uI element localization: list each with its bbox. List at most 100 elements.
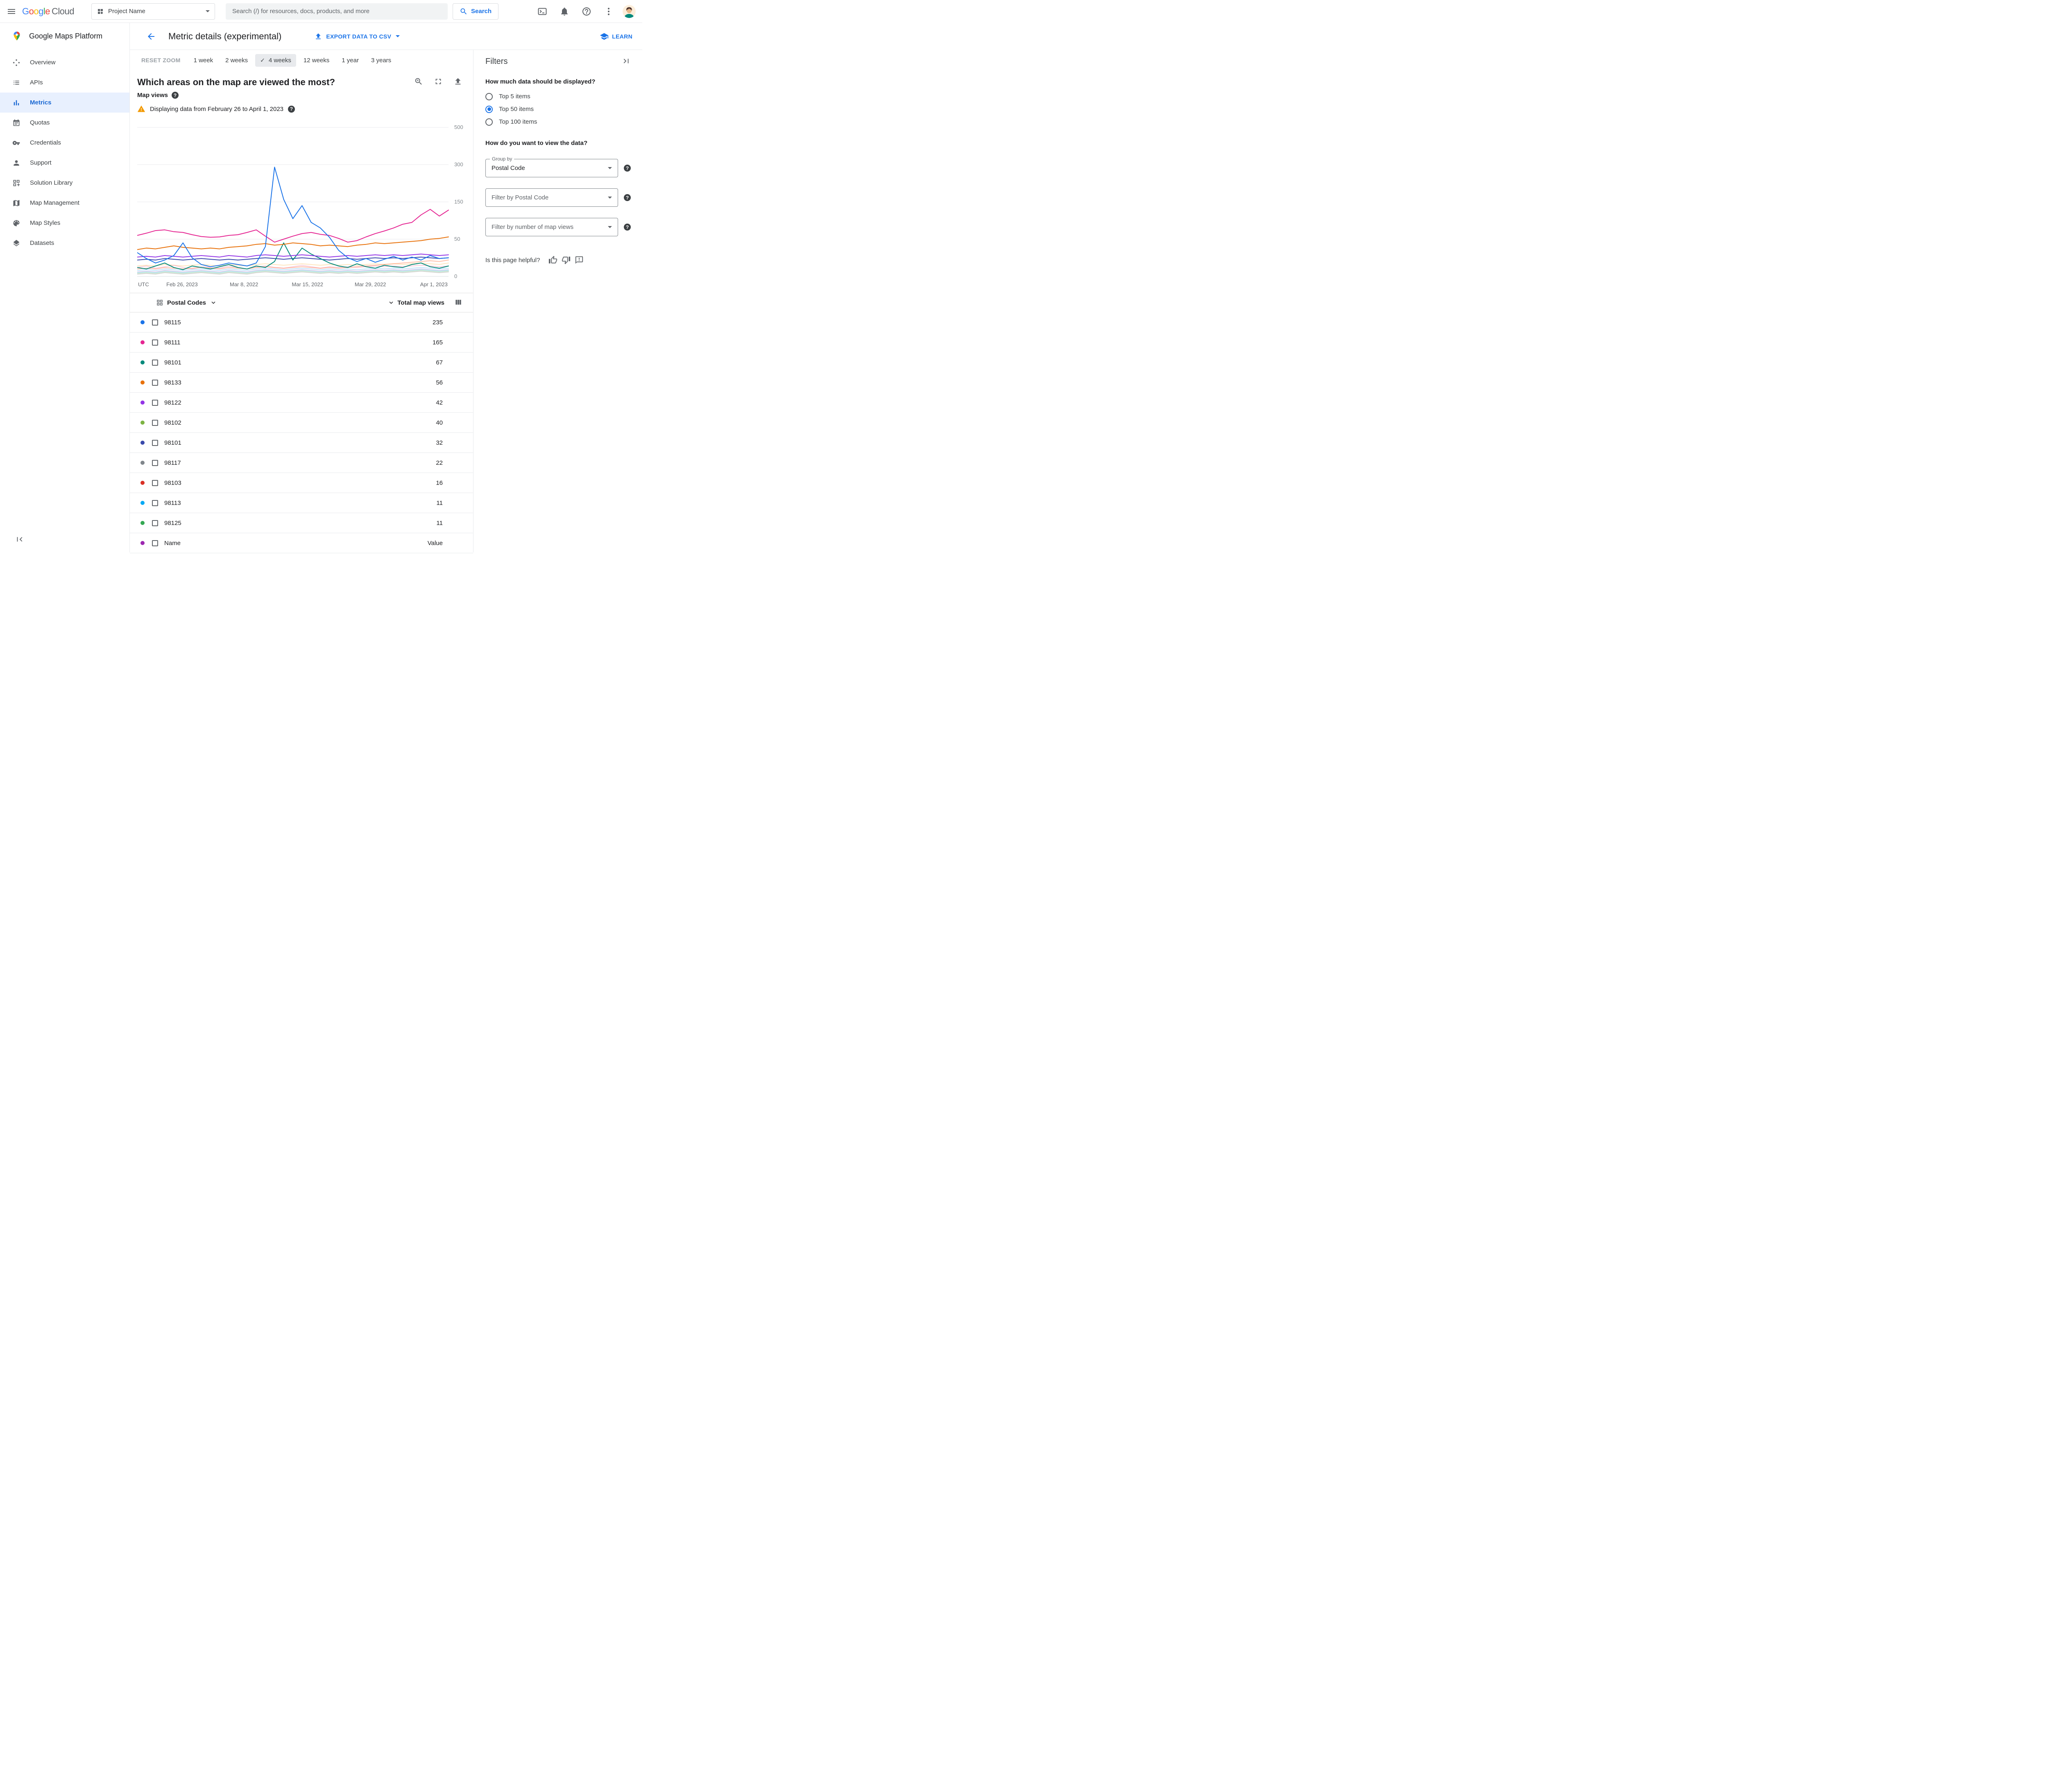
thumbs-up-icon[interactable] [546, 253, 560, 267]
radio-button[interactable] [485, 118, 493, 126]
help-circle-icon[interactable] [624, 165, 631, 172]
collapse-panel-icon[interactable] [622, 57, 631, 67]
sidebar-item-datasets[interactable]: Datasets [0, 233, 129, 253]
sidebar-nav: Overview APIs Metrics Quotas Credentials… [0, 52, 129, 253]
group-by-select[interactable]: Group by Postal Code [485, 156, 618, 177]
sidebar-item-overview[interactable]: Overview [0, 52, 129, 72]
avatar[interactable] [623, 5, 636, 18]
project-selector[interactable]: Project Name [91, 3, 215, 20]
collapse-sidebar-icon[interactable] [11, 531, 28, 548]
postal-code: 98125 [164, 519, 181, 527]
time-range-chip[interactable]: 12 weeks [299, 54, 334, 67]
map-views-value: 235 [432, 319, 443, 326]
chart-card: Which areas on the map are viewed the mo… [130, 77, 473, 290]
group-by-header[interactable]: Postal Codes [156, 299, 217, 306]
help-circle-icon[interactable] [624, 194, 631, 201]
more-options-icon[interactable] [600, 3, 617, 20]
x-axis-tick-label: Apr 1, 2023 [420, 281, 448, 287]
google-maps-platform-logo [14, 32, 20, 41]
series-color-dot [140, 521, 145, 525]
top-bar: Google Cloud Project Name Search [0, 0, 642, 23]
sort-total-map-views[interactable]: Total map views [387, 299, 444, 306]
sidebar-item-support[interactable]: Support [0, 153, 129, 173]
radio-option[interactable]: Top 100 items [485, 115, 631, 128]
help-circle-icon[interactable] [172, 92, 179, 99]
map-views-filter-select[interactable]: Filter by number of map views [485, 218, 618, 236]
feedback-icon[interactable] [573, 253, 586, 267]
fullscreen-icon[interactable] [434, 77, 443, 87]
row-checkbox[interactable] [152, 480, 158, 486]
time-range-chip[interactable]: 1 week [189, 54, 218, 67]
postal-code: 98115 [164, 319, 181, 326]
svg-text:150: 150 [454, 199, 463, 205]
row-checkbox[interactable] [152, 379, 158, 386]
search-input[interactable] [226, 3, 448, 20]
row-checkbox[interactable] [152, 319, 158, 326]
thumbs-down-icon[interactable] [560, 253, 573, 267]
sidebar-item-map-styles[interactable]: Map Styles [0, 213, 129, 233]
time-range-chip[interactable]: 4 weeks [255, 54, 296, 67]
row-checkbox[interactable] [152, 500, 158, 506]
column-settings-icon[interactable] [454, 298, 462, 308]
learn-link[interactable]: LEARN [600, 32, 632, 41]
sidebar-item-metrics[interactable]: Metrics [0, 93, 129, 113]
overview-icon [12, 59, 20, 67]
sidebar-item-map-management[interactable]: Map Management [0, 193, 129, 213]
radio-button[interactable] [485, 105, 493, 113]
support-icon [12, 159, 20, 167]
export-csv-button[interactable]: EXPORT DATA TO CSV [314, 32, 400, 41]
line-chart[interactable]: 0 50 150 300 500 [137, 118, 470, 281]
row-checkbox[interactable] [152, 459, 158, 466]
sidebar-item-credentials[interactable]: Credentials [0, 133, 129, 153]
row-checkbox[interactable] [152, 520, 158, 526]
cloud-shell-icon[interactable] [534, 3, 551, 20]
map-views-value: 11 [436, 499, 443, 507]
series-color-dot [140, 421, 145, 425]
sidebar-item-quotas[interactable]: Quotas [0, 113, 129, 133]
x-axis-tick-label: Mar 8, 2022 [229, 281, 258, 287]
series-color-dot [140, 380, 145, 385]
series-color-dot [140, 400, 145, 405]
x-axis-tick-label: Mar 29, 2022 [354, 281, 386, 287]
radio-button[interactable] [485, 93, 493, 100]
radio-option[interactable]: Top 50 items [485, 103, 631, 115]
svg-text:300: 300 [454, 161, 463, 167]
radio-option[interactable]: Top 5 items [485, 90, 631, 103]
table-row: 98122 42 [130, 393, 473, 413]
series-color-dot [140, 501, 145, 505]
product-header: Google Maps Platform [0, 23, 129, 49]
credentials-icon [12, 139, 20, 147]
time-range-chip[interactable]: 3 years [366, 54, 396, 67]
row-checkbox[interactable] [152, 359, 158, 366]
metric-label: Map views [137, 92, 168, 99]
zoom-in-icon[interactable] [414, 77, 423, 87]
group-by-floating-label: Group by [490, 156, 514, 162]
table-row: 98117 22 [130, 453, 473, 473]
search-icon [460, 8, 467, 14]
map-views-value: 67 [436, 359, 443, 366]
row-checkbox[interactable] [152, 540, 158, 546]
group-by-value: Postal Code [492, 165, 525, 172]
hamburger-menu-icon[interactable] [3, 3, 20, 20]
postal-code-filter-select[interactable]: Filter by Postal Code [485, 188, 618, 207]
table-row: 98115 235 [130, 312, 473, 333]
download-chart-icon[interactable] [453, 77, 462, 87]
time-range-chip[interactable]: 1 year [337, 54, 364, 67]
chevron-down-icon [211, 301, 215, 304]
reset-zoom-button[interactable]: RESET ZOOM [141, 57, 181, 63]
row-checkbox[interactable] [152, 439, 158, 446]
row-checkbox[interactable] [152, 419, 158, 426]
row-checkbox[interactable] [152, 399, 158, 406]
row-checkbox[interactable] [152, 339, 158, 346]
table-row: 98111 165 [130, 333, 473, 353]
map-views-value: 42 [436, 399, 443, 406]
search-button[interactable]: Search [453, 3, 499, 20]
sidebar-item-apis[interactable]: APIs [0, 72, 129, 93]
help-circle-icon[interactable] [624, 224, 631, 231]
sidebar-item-solution-library[interactable]: Solution Library [0, 173, 129, 193]
back-arrow-icon[interactable] [143, 28, 159, 45]
notifications-bell-icon[interactable] [556, 3, 573, 20]
help-icon[interactable] [578, 3, 595, 20]
help-circle-icon[interactable] [288, 105, 295, 113]
time-range-chip[interactable]: 2 weeks [220, 54, 253, 67]
